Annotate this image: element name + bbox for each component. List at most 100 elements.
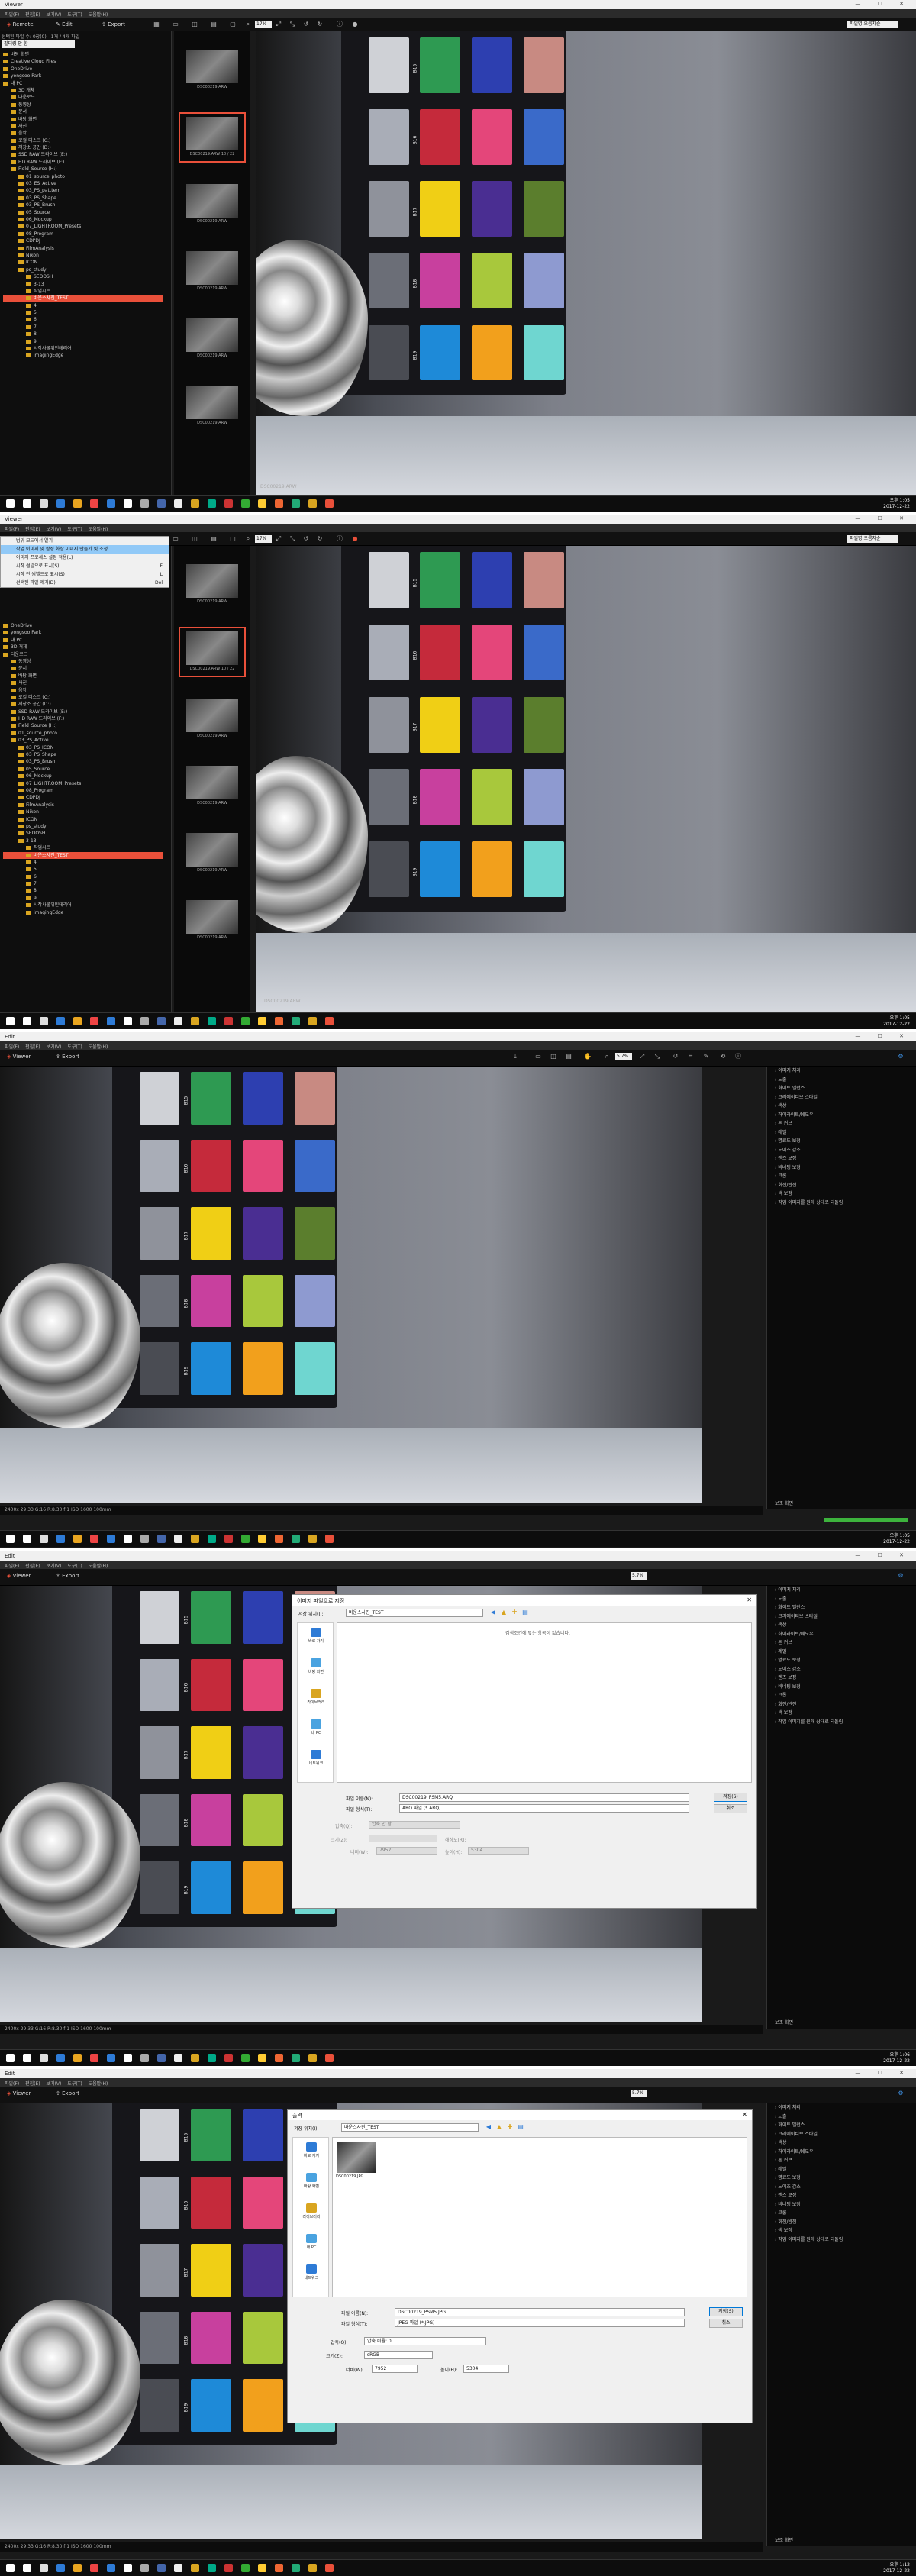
- tree-item[interactable]: SSD RAW 드라이브 (E:): [3, 709, 163, 715]
- taskbar-icon[interactable]: [23, 2054, 31, 2062]
- height-field[interactable]: 5304: [468, 1847, 529, 1855]
- zoom-icon[interactable]: ⌕: [603, 1053, 611, 1060]
- viewer-button[interactable]: ◈ Viewer: [5, 2089, 33, 2098]
- tree-item[interactable]: imagingEdge: [3, 909, 163, 916]
- adjust-panel-item[interactable]: › 노이즈 감소: [767, 2183, 916, 2192]
- thumbnail[interactable]: DSC00219.ARW: [180, 315, 244, 363]
- dual-icon[interactable]: ▤: [210, 21, 218, 28]
- menu-tools[interactable]: 도구(T): [67, 12, 82, 18]
- taskbar-icon[interactable]: [6, 2054, 15, 2062]
- adjust-panel-item[interactable]: › 노출: [767, 1076, 916, 1085]
- adjust-panel-item[interactable]: › 작업 이미지를 원래 상태로 되돌림: [767, 2235, 916, 2245]
- width-field[interactable]: 7952: [376, 1847, 437, 1855]
- taskbar-icon[interactable]: [292, 2564, 300, 2572]
- screen-icon[interactable]: ▢: [229, 535, 237, 543]
- taskbar-icon[interactable]: [73, 2054, 82, 2062]
- look-in-combo[interactable]: 바운스사진_TEST: [341, 2123, 479, 2132]
- tree-item[interactable]: ps_study: [3, 823, 163, 830]
- window-controls[interactable]: — ☐ ✕: [855, 1552, 911, 1558]
- taskbar-icon[interactable]: [308, 1535, 317, 1543]
- menu-view[interactable]: 보기(V): [47, 527, 62, 532]
- context-menu-item[interactable]: 선택된 파일 제거(D) Del: [1, 579, 169, 587]
- tree-item[interactable]: 시작사물위인테리어: [3, 345, 163, 352]
- tree-item[interactable]: 3-13: [3, 838, 163, 844]
- file-list[interactable]: 검색조건에 맞는 항목이 없습니다.: [337, 1622, 752, 1783]
- adjust-panel-item[interactable]: › 화이트 밸런스: [767, 2121, 916, 2130]
- tree-item[interactable]: 4: [3, 302, 163, 309]
- adjust-panel-item[interactable]: › 색 보정: [767, 2226, 916, 2235]
- taskbar-icon[interactable]: [224, 1535, 233, 1543]
- zoom-icon[interactable]: ⌕: [244, 535, 252, 543]
- tree-item[interactable]: 06_Mockup: [3, 773, 163, 780]
- thumbnail[interactable]: DSC00219.ARW: [180, 763, 244, 810]
- main-photo[interactable]: B15 B16 B17 B18 B19: [256, 546, 916, 1012]
- taskbar-icon[interactable]: [174, 1017, 182, 1025]
- place-item[interactable]: 네트워크: [296, 2264, 327, 2281]
- taskbar-icon[interactable]: [258, 2564, 266, 2572]
- tree-item[interactable]: 바운스사진_TEST: [3, 851, 163, 859]
- adjust-panel-item[interactable]: › 톤 커브: [767, 1638, 916, 1648]
- taskbar-icon[interactable]: [73, 1535, 82, 1543]
- tree-item[interactable]: 06_Mockup: [3, 216, 163, 223]
- tree-item[interactable]: imagingEdge: [3, 352, 163, 359]
- taskbar-icon[interactable]: [258, 1535, 266, 1543]
- thumbnail[interactable]: DSC00219.ARW: [180, 248, 244, 295]
- thumbnail[interactable]: DSC00219.ARW: [180, 383, 244, 430]
- adjust-panel-item[interactable]: › 색 보정: [767, 1190, 916, 1199]
- taskbar-icon[interactable]: [292, 2054, 300, 2062]
- tree-item[interactable]: 03_PS_Brush: [3, 758, 163, 765]
- menu-view[interactable]: 보기(V): [47, 1564, 62, 1569]
- adjust-icon[interactable]: ⚙: [897, 1572, 905, 1580]
- adjust-panel-item[interactable]: › 색상: [767, 1102, 916, 1111]
- taskbar-icon[interactable]: [224, 1017, 233, 1025]
- info-icon[interactable]: ⓘ: [336, 21, 344, 28]
- info-icon[interactable]: ⓘ: [734, 1053, 742, 1060]
- tree-item[interactable]: 9: [3, 338, 163, 345]
- panel-footer[interactable]: 보조 화면: [767, 2019, 793, 2028]
- fit-icon[interactable]: ⤢: [638, 1053, 646, 1060]
- taskbar-icon[interactable]: [23, 1535, 31, 1543]
- adjust-panel-item[interactable]: › 톤 커브: [767, 2156, 916, 2165]
- adjust-panel-item[interactable]: › 크리에이티브 스타일: [767, 1612, 916, 1622]
- close-icon[interactable]: ✕: [742, 2111, 747, 2118]
- tree-item[interactable]: 01_source_photo: [3, 730, 163, 737]
- panel-footer[interactable]: 보조 화면: [767, 1499, 793, 1509]
- adjust-panel-item[interactable]: › 하이라이트/쉐도우: [767, 1630, 916, 1639]
- taskbar-icon[interactable]: [157, 2054, 166, 2062]
- taskbar-icon[interactable]: [292, 1535, 300, 1543]
- taskbar-icon[interactable]: [23, 2564, 31, 2572]
- taskbar-icon[interactable]: [325, 1017, 334, 1025]
- taskbar-icon[interactable]: [140, 499, 149, 508]
- taskbar-icon[interactable]: [275, 1535, 283, 1543]
- tree-item[interactable]: 사진: [3, 680, 163, 686]
- tree-item[interactable]: FilmAnalysis: [3, 802, 163, 809]
- adjust-icon[interactable]: ⚙: [897, 2090, 905, 2097]
- menu-edit[interactable]: 편집(E): [25, 527, 40, 532]
- adjust-panel-item[interactable]: › 비네팅 보정: [767, 1683, 916, 1692]
- taskbar-icon[interactable]: [258, 499, 266, 508]
- window-controls[interactable]: — ☐ ✕: [855, 1033, 911, 1039]
- taskbar-icon[interactable]: [157, 499, 166, 508]
- menu-view[interactable]: 보기(V): [47, 12, 62, 18]
- taskbar-icon[interactable]: [191, 2054, 199, 2062]
- thumbnail[interactable]: DSC00219.ARW: [180, 696, 244, 743]
- export-button[interactable]: ⇪ Export: [53, 1571, 82, 1580]
- adjust-panel-item[interactable]: › 비네팅 보정: [767, 2200, 916, 2210]
- view-menu-icon[interactable]: ▤: [517, 2123, 524, 2131]
- tree-item[interactable]: 다운로드: [3, 94, 163, 101]
- window-controls[interactable]: — ☐ ✕: [855, 515, 911, 521]
- taskbar-icon[interactable]: [56, 1017, 65, 1025]
- tree-item[interactable]: 03_PS_patttern: [3, 187, 163, 194]
- taskbar-icon[interactable]: [241, 1017, 250, 1025]
- taskbar-icon[interactable]: [191, 1535, 199, 1543]
- menu-help[interactable]: 도움말(H): [89, 2081, 108, 2087]
- back-icon[interactable]: ◀: [485, 2123, 492, 2131]
- tree-item[interactable]: Field_Source (H:): [3, 722, 163, 729]
- taskbar-icon[interactable]: [292, 1017, 300, 1025]
- record-icon[interactable]: ●: [351, 535, 359, 543]
- filetype-combo[interactable]: ARQ 파일 (*.ARQ): [399, 1804, 689, 1813]
- compression-combo[interactable]: 압축 비율: 0: [364, 2337, 486, 2345]
- taskbar-icon[interactable]: [275, 2054, 283, 2062]
- window-controls[interactable]: — ☐ ✕: [855, 1, 911, 7]
- place-item[interactable]: 바탕 화면: [296, 2173, 327, 2189]
